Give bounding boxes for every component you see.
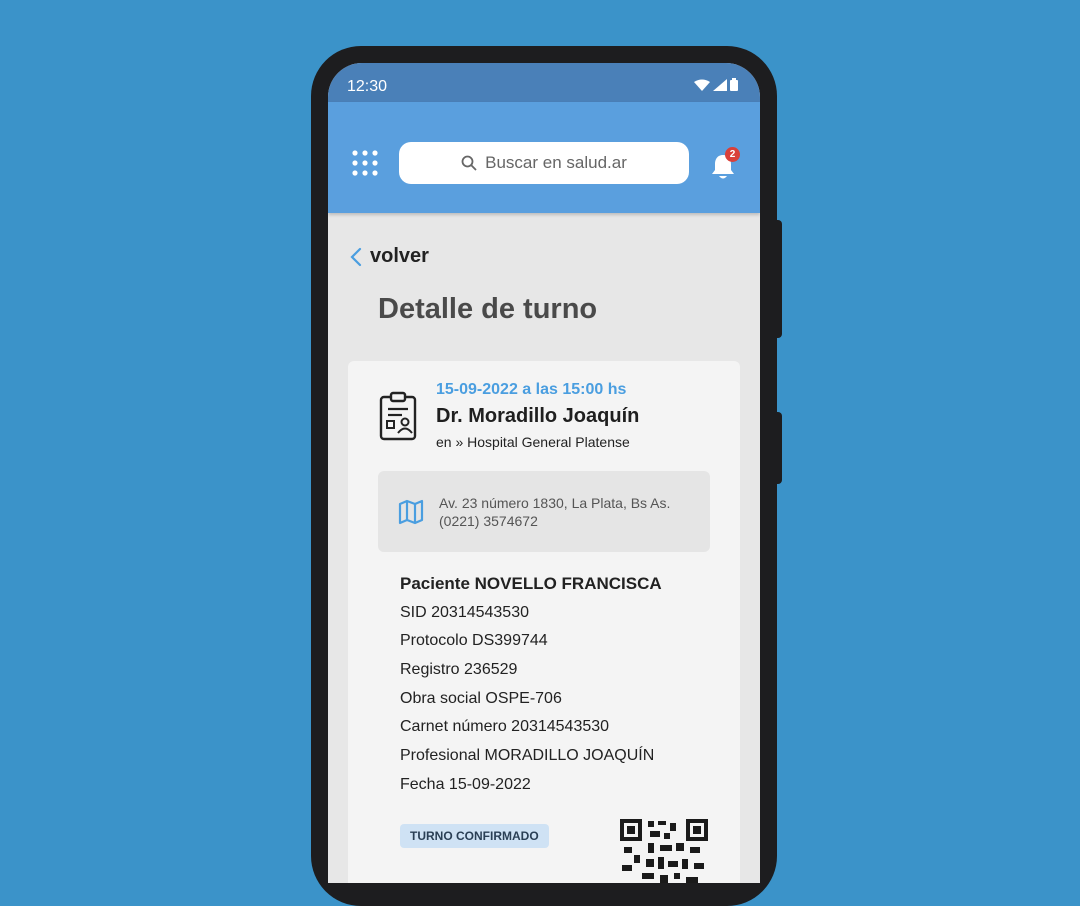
status-time: 12:30 xyxy=(347,78,388,95)
back-label: volver xyxy=(370,245,429,267)
appointment-datetime: 15-09-2022 a las 15:00 hs xyxy=(436,381,627,398)
phone-number: (0221) 3574672 xyxy=(439,513,538,529)
address-box[interactable]: Av. 23 número 1830, La Plata, Bs As. (02… xyxy=(378,471,710,552)
appointment-details: Paciente NOVELLO FRANCISCA SID 203145435… xyxy=(400,572,662,802)
notification-badge: 2 xyxy=(725,147,740,162)
search-input[interactable]: Buscar en salud.ar xyxy=(399,142,689,184)
address-text: Av. 23 número 1830, La Plata, Bs As. (02… xyxy=(439,494,670,530)
battery-icon xyxy=(730,78,738,91)
search-placeholder: Buscar en salud.ar xyxy=(485,153,627,172)
app-header: Buscar en salud.ar 2 xyxy=(328,102,760,213)
detail-protocol: Protocolo DS399744 xyxy=(400,632,548,650)
hospital-name: en » Hospital General Platense xyxy=(436,434,630,450)
status-badge: TURNO CONFIRMADO xyxy=(400,824,549,848)
appointment-card: 15-09-2022 a las 15:00 hs Dr. Moradillo … xyxy=(348,361,740,883)
detail-registry: Registro 236529 xyxy=(400,661,518,679)
phone-side-button xyxy=(774,220,782,338)
search-icon xyxy=(461,155,477,171)
grid-icon[interactable] xyxy=(350,148,380,178)
back-button[interactable]: volver xyxy=(350,245,429,268)
qr-code-icon[interactable] xyxy=(620,819,708,883)
status-bar: 12:30 xyxy=(328,63,760,102)
page-title: Detalle de turno xyxy=(378,293,598,325)
doctor-name: Dr. Moradillo Joaquín xyxy=(436,405,640,427)
detail-patient: Paciente NOVELLO FRANCISCA xyxy=(400,574,662,593)
detail-date: Fecha 15-09-2022 xyxy=(400,775,531,793)
status-icons xyxy=(694,78,738,91)
detail-sid: SID 20314543530 xyxy=(400,603,529,621)
signal-icon xyxy=(713,78,727,91)
notifications-button[interactable]: 2 xyxy=(709,147,741,181)
map-icon xyxy=(398,499,424,525)
chevron-left-icon xyxy=(350,247,362,266)
phone-screen: 12:30 Buscar en salud.ar 2 volver Detall… xyxy=(328,63,760,883)
detail-insurance: Obra social OSPE-706 xyxy=(400,689,562,707)
phone-side-button xyxy=(774,412,782,484)
wifi-icon xyxy=(694,79,710,91)
address-line: Av. 23 número 1830, La Plata, Bs As. xyxy=(439,495,671,511)
detail-professional: Profesional MORADILLO JOAQUÍN xyxy=(400,747,655,765)
detail-card-number: Carnet número 20314543530 xyxy=(400,718,610,736)
clipboard-icon xyxy=(379,391,417,441)
